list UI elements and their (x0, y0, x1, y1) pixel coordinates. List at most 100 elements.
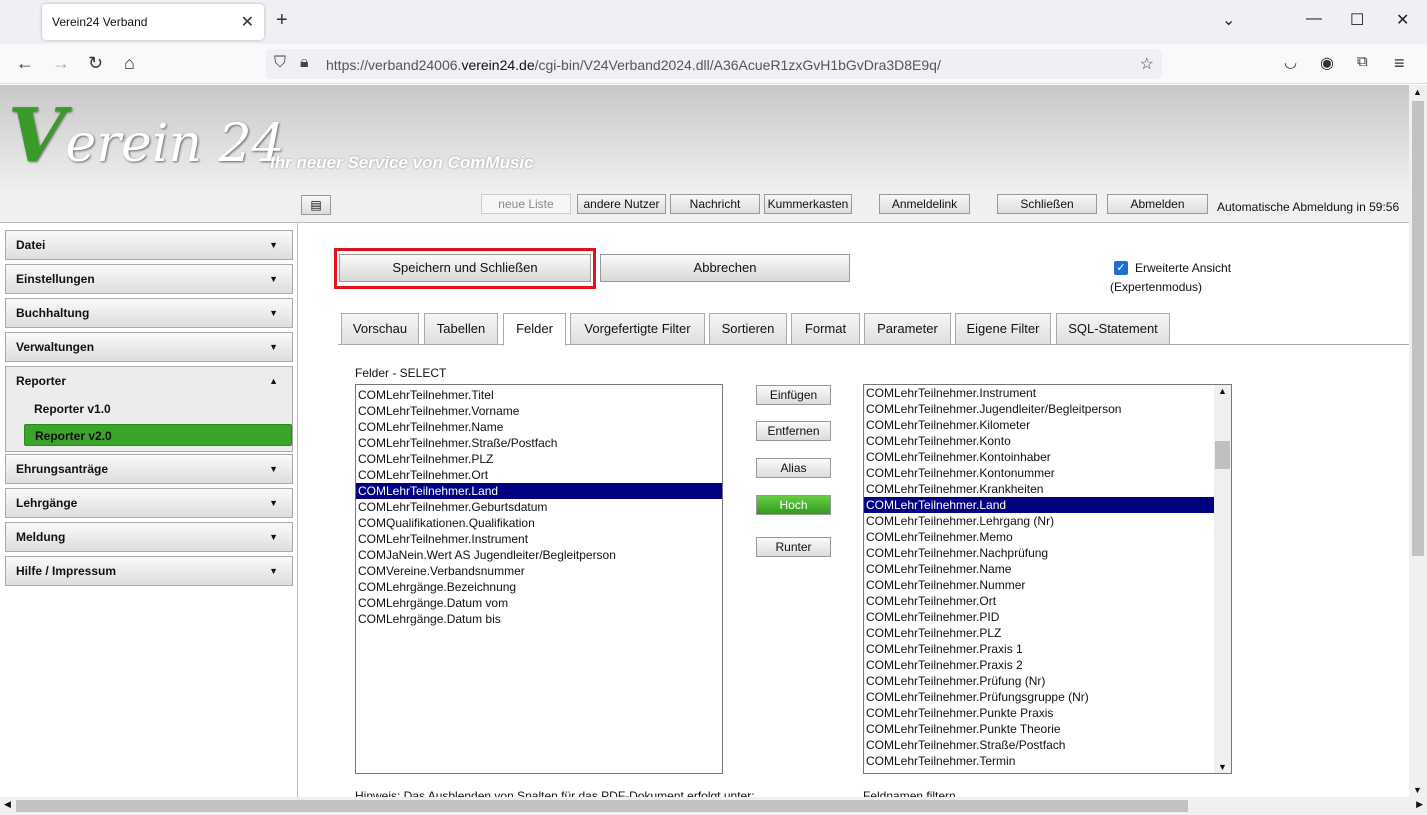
tab-vorschau[interactable]: Vorschau (341, 313, 419, 345)
sidebar-item-datei[interactable]: Datei ▼ (5, 230, 293, 260)
sidebar-item-lehrgaenge[interactable]: Lehrgänge ▼ (5, 488, 293, 518)
back-icon[interactable]: ← (16, 53, 34, 74)
scroll-up-icon[interactable]: ▲ (1413, 87, 1422, 97)
entfernen-button[interactable]: Entfernen (756, 421, 831, 441)
list-item[interactable]: COMLehrTeilnehmer.Konto (864, 433, 1214, 449)
tab-felder[interactable]: Felder (503, 313, 566, 346)
close-window-icon[interactable]: ✕ (1396, 10, 1409, 30)
sidebar-toggle-icon[interactable]: ▤ (301, 195, 331, 215)
save-close-button[interactable]: Speichern und Schließen (339, 254, 591, 282)
reload-icon[interactable]: ↻ (88, 53, 103, 74)
browser-tab[interactable]: Verein24 Verband ✕ (42, 4, 264, 40)
menu-icon[interactable]: ≡ (1394, 53, 1405, 74)
forward-icon[interactable]: → (52, 53, 70, 74)
einfuegen-button[interactable]: Einfügen (756, 385, 831, 405)
schliessen-button[interactable]: Schließen (997, 194, 1097, 214)
list-item[interactable]: COMLehrTeilnehmer.PLZ (864, 625, 1214, 641)
cancel-button[interactable]: Abbrechen (600, 254, 850, 282)
list-item[interactable]: COMLehrTeilnehmer.Kontonummer (864, 465, 1214, 481)
andere-nutzer-button[interactable]: andere Nutzer (577, 194, 666, 214)
alias-button[interactable]: Alias (756, 458, 831, 478)
list-item[interactable]: COMLehrTeilnehmer.Termin (864, 753, 1214, 769)
sidebar-item-einstellungen[interactable]: Einstellungen ▼ (5, 264, 293, 294)
list-item[interactable]: COMLehrTeilnehmer.Memo (864, 529, 1214, 545)
list-item[interactable]: COMLehrTeilnehmer.Geburtsdatum (356, 499, 722, 515)
tab-list-icon[interactable]: ⌄ (1222, 10, 1235, 30)
page-horizontal-scrollbar[interactable]: ◀ ▶ (0, 797, 1427, 815)
new-tab-icon[interactable]: + (276, 9, 288, 32)
tab-format[interactable]: Format (791, 313, 860, 345)
pocket-icon[interactable]: ◡ (1284, 53, 1297, 71)
list-item[interactable]: COMLehrTeilnehmer.Prüfung (Nr) (864, 673, 1214, 689)
list-item[interactable]: COMLehrTeilnehmer.Praxis 2 (864, 657, 1214, 673)
list-item[interactable]: COMLehrTeilnehmer.Kilometer (864, 417, 1214, 433)
list-scroll-thumb[interactable] (1215, 441, 1230, 469)
list-item[interactable]: COMLehrTeilnehmer.Punkte Theorie (864, 721, 1214, 737)
list-item[interactable]: COMLehrTeilnehmer.PLZ (356, 451, 722, 467)
maximize-icon[interactable]: ☐ (1350, 10, 1364, 30)
kummerkasten-button[interactable]: Kummerkasten (764, 194, 852, 214)
list-item[interactable]: COMLehrTeilnehmer.Straße/Postfach (356, 435, 722, 451)
scroll-down-icon[interactable]: ▼ (1413, 785, 1422, 795)
home-icon[interactable]: ⌂ (124, 53, 135, 74)
scroll-down-icon[interactable]: ▼ (1218, 762, 1227, 772)
page-vertical-scrollbar[interactable]: ▲ ▼ (1409, 85, 1427, 797)
list-item[interactable]: COMLehrTeilnehmer.Vorname (356, 403, 722, 419)
list-item[interactable]: COMLehrTeilnehmer.Prüfungsgruppe (Nr) (864, 689, 1214, 705)
sidebar-item-meldung[interactable]: Meldung ▼ (5, 522, 293, 552)
nachricht-button[interactable]: Nachricht (670, 194, 760, 214)
url-bar[interactable]: ⛉ 🔒︎ https://verband24006.verein24.de/cg… (266, 49, 1162, 79)
tab-sortieren[interactable]: Sortieren (709, 313, 787, 345)
list-item[interactable]: COMLehrTeilnehmer.Ort (864, 593, 1214, 609)
scroll-up-icon[interactable]: ▲ (1218, 386, 1227, 396)
hoch-button[interactable]: Hoch (756, 495, 831, 515)
sidebar-item-ehrungsantraege[interactable]: Ehrungsanträge ▼ (5, 454, 293, 484)
list-item[interactable]: COMLehrgänge.Datum bis (356, 611, 722, 627)
anmeldelink-button[interactable]: Anmeldelink (879, 194, 970, 214)
available-fields-list[interactable]: COMLehrTeilnehmer.Instrument COMLehrTeiln… (863, 384, 1232, 774)
list-item[interactable]: COMLehrTeilnehmer.Instrument (356, 531, 722, 547)
extended-view-checkbox[interactable]: ✓ (1114, 261, 1128, 275)
page-scroll-thumb[interactable] (1412, 101, 1424, 556)
list-item[interactable]: COMLehrTeilnehmer.Name (356, 419, 722, 435)
list-item[interactable]: COMLehrTeilnehmer.Instrument (864, 385, 1214, 401)
page-hscroll-thumb[interactable] (16, 800, 1188, 812)
minimize-icon[interactable]: — (1306, 10, 1322, 28)
list-item[interactable]: COMLehrgänge.Bezeichnung (356, 579, 722, 595)
list-item[interactable]: COMLehrTeilnehmer.Punkte Praxis (864, 705, 1214, 721)
selected-fields-list[interactable]: COMLehrTeilnehmer.Titel COMLehrTeilnehmer… (355, 384, 723, 774)
bookmark-star-icon[interactable]: ☆ (1140, 54, 1154, 74)
sidebar-item-verwaltungen[interactable]: Verwaltungen ▼ (5, 332, 293, 362)
account-icon[interactable]: ◉ (1320, 53, 1334, 73)
list-item[interactable]: COMLehrTeilnehmer.Kontoinhaber (864, 449, 1214, 465)
tab-sql-statement[interactable]: SQL-Statement (1056, 313, 1170, 345)
list-item[interactable]: COMQualifikationen.Qualifikation (356, 515, 722, 531)
extensions-icon[interactable]: ⧉ (1357, 53, 1368, 70)
neue-liste-button[interactable]: neue Liste (481, 194, 571, 214)
list-item[interactable]: COMLehrTeilnehmer.Lehrgang (Nr) (864, 513, 1214, 529)
tab-eigene-filter[interactable]: Eigene Filter (955, 313, 1051, 345)
scroll-left-icon[interactable]: ◀ (4, 799, 11, 810)
sidebar-subitem-reporter-v2[interactable]: Reporter v2.0 (24, 424, 292, 446)
list-item[interactable]: COMLehrTeilnehmer.Nummer (864, 577, 1214, 593)
list-item[interactable]: COMLehrTeilnehmer.PID (864, 609, 1214, 625)
list-item[interactable]: COMVereine.Verbandsnummer (356, 563, 722, 579)
list-item[interactable]: COMLehrTeilnehmer.Land (356, 483, 722, 499)
list-item[interactable]: COMLehrTeilnehmer.Ort (356, 467, 722, 483)
sidebar-item-reporter[interactable]: Reporter ▲ (5, 366, 293, 396)
sidebar-item-buchhaltung[interactable]: Buchhaltung ▼ (5, 298, 293, 328)
list-scrollbar[interactable]: ▲ ▼ (1214, 385, 1231, 773)
list-item[interactable]: COMLehrTeilnehmer.Straße/Postfach (864, 737, 1214, 753)
list-item[interactable]: COMLehrTeilnehmer.Praxis 1 (864, 641, 1214, 657)
list-item[interactable]: COMLehrTeilnehmer.Land (864, 497, 1214, 513)
scroll-right-icon[interactable]: ▶ (1416, 799, 1423, 810)
tab-vorgefertigte-filter[interactable]: Vorgefertigte Filter (570, 313, 705, 345)
list-item[interactable]: COMLehrTeilnehmer.Krankheiten (864, 481, 1214, 497)
list-item[interactable]: COMJaNein.Wert AS Jugendleiter/Begleitpe… (356, 547, 722, 563)
runter-button[interactable]: Runter (756, 537, 831, 557)
list-item[interactable]: COMLehrTeilnehmer.Jugendleiter/Begleitpe… (864, 401, 1214, 417)
list-item[interactable]: COMLehrTeilnehmer.Nachprüfung (864, 545, 1214, 561)
list-item[interactable]: COMLehrTeilnehmer.Titel (356, 387, 722, 403)
abmelden-button[interactable]: Abmelden (1107, 194, 1208, 214)
tab-tabellen[interactable]: Tabellen (424, 313, 498, 345)
